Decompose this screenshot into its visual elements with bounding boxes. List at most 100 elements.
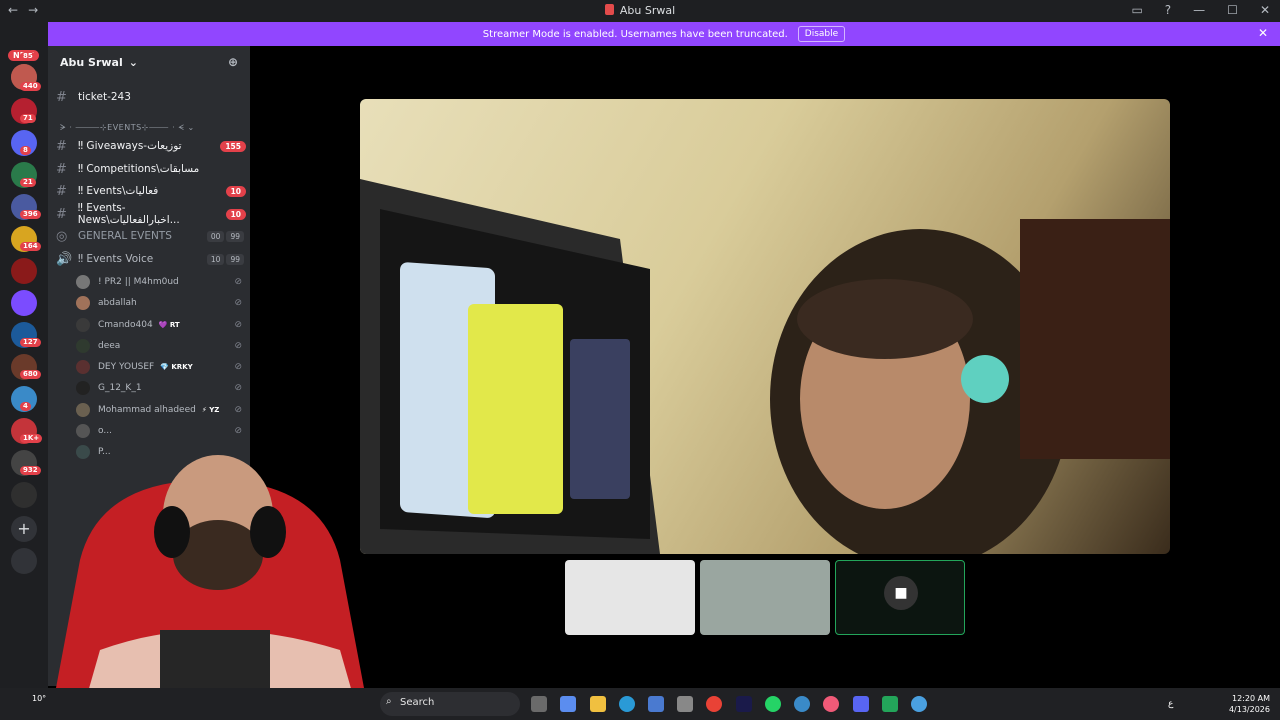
channel-events[interactable]: # ‼ Events\فعاليات 10 [56, 181, 246, 201]
channel-competitions[interactable]: # ‼ Competitions\مسابقات [56, 159, 246, 179]
user-name: Mohammad alhadeed [98, 405, 196, 415]
banner-text: Streamer Mode is enabled. Usernames have… [482, 28, 788, 40]
app-icon[interactable] [911, 696, 927, 712]
search-label: Search [400, 697, 435, 708]
edge-icon[interactable] [619, 696, 635, 712]
camera-icon: ■ [884, 576, 918, 610]
mute-icon: ⊘ [234, 277, 242, 287]
hash-icon: # [56, 206, 67, 222]
close-button[interactable]: ✕ [1260, 3, 1270, 17]
voice-user[interactable]: DEY YOUSEF 💎 KRKY ⊘ [76, 357, 242, 377]
avatar [76, 318, 90, 332]
user-name: DEY YOUSEF [98, 362, 155, 372]
store-icon[interactable] [648, 696, 664, 712]
webcam-overlay [50, 455, 370, 720]
participant-tile[interactable] [565, 560, 695, 635]
server-badge: 8 [20, 146, 31, 155]
stage-icon: ◎ [56, 228, 68, 244]
channel-general-events[interactable]: ◎ GENERAL EVENTS 00 99 [56, 226, 246, 246]
discord-icon[interactable] [853, 696, 869, 712]
category-events[interactable]: ᗒ · ⸻⊹EVENTS⊹⸻ · ᗕ ⌄ [60, 122, 195, 133]
server-icon[interactable] [11, 482, 37, 508]
chrome-icon[interactable] [706, 696, 722, 712]
mute-icon: ⊘ [234, 383, 242, 393]
maximize-button[interactable]: ☐ [1227, 3, 1238, 17]
copilot-icon[interactable] [560, 696, 576, 712]
user-name: ! PR2 || M4hm0ud [98, 277, 179, 287]
music-icon[interactable] [823, 696, 839, 712]
mute-icon: ⊘ [234, 426, 242, 436]
disable-button[interactable]: Disable [797, 26, 846, 42]
mention-badge: 155 [220, 140, 246, 152]
participant-tile[interactable] [700, 560, 830, 635]
voice-user[interactable]: deea ⊘ [76, 336, 242, 356]
channel-label: ticket-243 [78, 91, 131, 103]
add-server-icon[interactable]: + [11, 516, 37, 542]
server-badge: 85 [20, 52, 36, 61]
video-frame [360, 179, 1170, 554]
server-icon[interactable] [11, 258, 37, 284]
avatar [76, 275, 90, 289]
main-video-stream[interactable] [360, 99, 1170, 554]
taskview-icon[interactable] [531, 696, 547, 712]
voice-user[interactable]: ! PR2 || M4hm0ud ⊘ [76, 272, 242, 292]
mute-icon: ⊘ [234, 341, 242, 351]
channel-events-news[interactable]: # ‼ Events-News\اخبارالفعاليات... 10 [56, 202, 246, 226]
taskbar-search[interactable]: ⌕ Search [380, 692, 520, 716]
minimize-button[interactable]: — [1193, 3, 1205, 17]
mute-icon: ⊘ [234, 320, 242, 330]
hash-icon: # [56, 183, 67, 199]
user-name: abdallah [98, 298, 137, 308]
server-badge: 1K+ [20, 434, 43, 443]
user-tag: 💎 KRKY [160, 363, 193, 371]
channel-label: ‼ Giveaways-توزيعات [78, 140, 182, 152]
server-badge: 4 [20, 402, 31, 411]
channel-label: ‼ Competitions\مسابقات [78, 163, 200, 175]
premiere-icon[interactable] [736, 696, 752, 712]
server-badge: 21 [20, 178, 36, 187]
whatsapp-icon[interactable] [765, 696, 781, 712]
channel-ticket[interactable]: # ticket-243 [56, 87, 246, 107]
browser-icon[interactable] [794, 696, 810, 712]
server-badge: 127 [20, 338, 41, 347]
avatar [76, 360, 90, 374]
channel-label: ‼ Events Voice [78, 253, 154, 265]
server-badge: 71 [20, 114, 36, 123]
inbox-icon[interactable]: ▭ [1131, 3, 1142, 17]
hash-icon: # [56, 161, 67, 177]
voice-user[interactable]: abdallah ⊘ [76, 293, 242, 313]
voice-user[interactable]: G_12_K_1 ⊘ [76, 378, 242, 398]
mute-icon: ⊘ [234, 362, 242, 372]
user-count: 00 [206, 230, 225, 242]
mute-icon: ⊘ [234, 405, 242, 415]
help-icon[interactable]: ? [1165, 3, 1171, 17]
discover-icon[interactable] [11, 548, 37, 574]
clock[interactable]: 12:20 AM 4/13/2026 [1229, 693, 1270, 715]
clock-time: 12:20 AM [1232, 694, 1270, 703]
taskbar [0, 688, 1280, 720]
mention-badge: 10 [225, 185, 246, 197]
avatar [76, 381, 90, 395]
channel-label: ‼ Events-News\اخبارالفعاليات... [77, 202, 180, 226]
channel-giveaways[interactable]: # ‼ Giveaways-توزيعات 155 [56, 136, 246, 156]
server-badge: 396 [20, 210, 41, 219]
folder-icon[interactable] [590, 696, 606, 712]
title-bar: ← → Abu Srwal ▭ ? — ☐ ✕ [0, 0, 1280, 22]
channel-events-voice[interactable]: 🔊 ‼ Events Voice 10 99 [56, 249, 246, 269]
add-member-icon[interactable]: ⊕ [228, 55, 238, 69]
participant-tile[interactable]: ■ [835, 560, 965, 635]
server-badge: 164 [20, 242, 41, 251]
app-icon[interactable] [882, 696, 898, 712]
user-count: 10 [206, 253, 225, 265]
server-icon[interactable] [11, 290, 37, 316]
pen-icon[interactable] [677, 696, 693, 712]
clock-date: 4/13/2026 [1228, 705, 1270, 714]
language-indicator[interactable]: ع [1168, 699, 1173, 709]
voice-user[interactable]: o... ⊘ [76, 421, 242, 441]
server-badge: 932 [20, 466, 41, 475]
app-logo-icon [604, 4, 614, 15]
banner-close-icon[interactable]: ✕ [1258, 26, 1268, 40]
voice-user[interactable]: Cmando404 💜 RT ⊘ [76, 315, 242, 335]
voice-user[interactable]: Mohammad alhadeed ⚡ YZ ⊘ [76, 400, 242, 420]
server-header[interactable]: Abu Srwal ⌄ ⊕ [48, 46, 250, 78]
